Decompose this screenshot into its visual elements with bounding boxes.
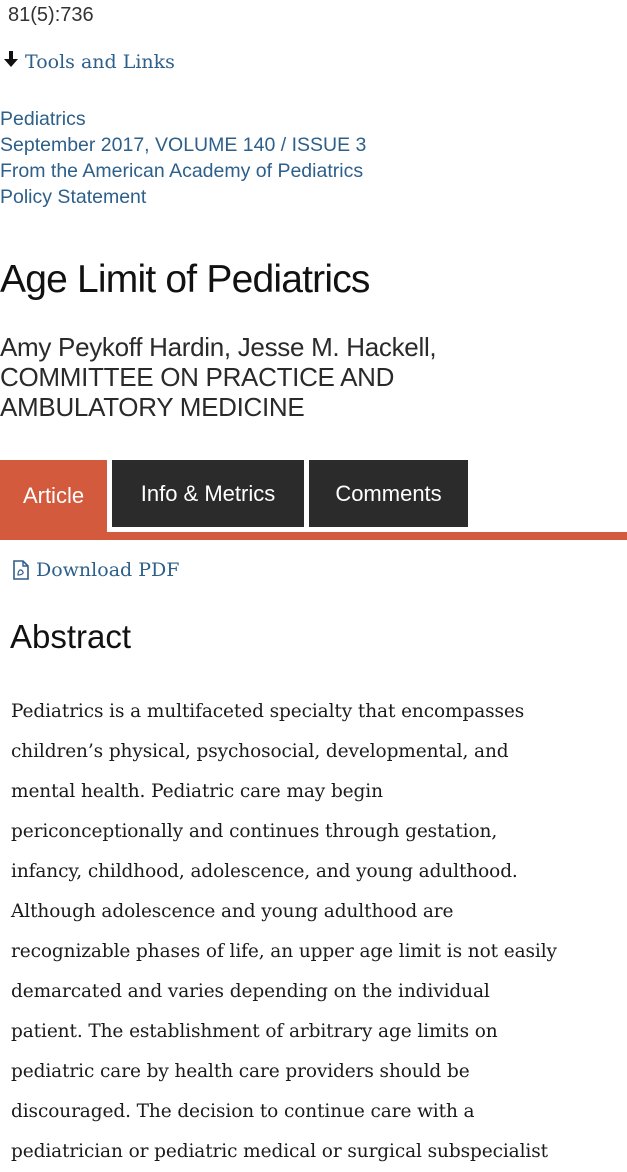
author-list: Amy Peykoff Hardin, Jesse M. Hackell, CO… xyxy=(0,332,437,422)
pdf-document-icon xyxy=(12,560,30,580)
abstract-text: Pediatrics is a multifaceted specialty t… xyxy=(11,692,623,1172)
journal-source-link[interactable]: From the American Academy of Pediatrics xyxy=(0,158,366,184)
journal-name-link[interactable]: Pediatrics xyxy=(0,106,366,132)
abstract-line: Pediatrics is a multifaceted specialty t… xyxy=(11,701,525,722)
abstract-line: pediatrician or pediatric medical or sur… xyxy=(11,1141,548,1162)
abstract-line: recognizable phases of life, an upper ag… xyxy=(11,941,557,962)
tab-info-metrics[interactable]: Info & Metrics xyxy=(112,460,304,527)
tools-and-links-link[interactable]: Tools and Links xyxy=(3,50,175,73)
download-pdf-label: Download PDF xyxy=(36,559,180,581)
tab-article[interactable]: Article xyxy=(0,460,107,532)
tab-comments[interactable]: Comments xyxy=(309,460,468,527)
journal-issue-link[interactable]: September 2017, VOLUME 140 / ISSUE 3 xyxy=(0,132,366,158)
arrow-down-icon xyxy=(3,50,21,73)
author-line: Amy Peykoff Hardin, Jesse M. Hackell, xyxy=(0,332,437,362)
author-line: AMBULATORY MEDICINE xyxy=(0,392,305,422)
abstract-heading: Abstract xyxy=(10,618,132,655)
abstract-line: children’s physical, psychosocial, devel… xyxy=(11,741,509,762)
article-tabs: Article Info & Metrics Comments xyxy=(0,460,627,542)
abstract-line: discouraged. The decision to continue ca… xyxy=(11,1101,475,1122)
article-type-link[interactable]: Policy Statement xyxy=(0,184,366,210)
tab-underline xyxy=(0,532,627,540)
abstract-line: pediatric care by health care providers … xyxy=(11,1061,470,1082)
abstract-line: periconceptionally and continues through… xyxy=(11,821,498,842)
citation-text: 81(5):736 xyxy=(8,4,94,26)
abstract-line: mental health. Pediatric care may begin xyxy=(11,781,383,802)
author-line: COMMITTEE ON PRACTICE AND xyxy=(0,362,395,392)
abstract-line: patient. The establishment of arbitrary … xyxy=(11,1021,498,1042)
abstract-line: Although adolescence and young adulthood… xyxy=(11,901,454,922)
journal-info: Pediatrics September 2017, VOLUME 140 / … xyxy=(0,106,366,210)
download-pdf-link[interactable]: Download PDF xyxy=(12,559,179,581)
abstract-line: infancy, childhood, adolescence, and you… xyxy=(11,861,518,882)
tools-and-links-label: Tools and Links xyxy=(25,50,175,73)
abstract-line: demarcated and varies depending on the i… xyxy=(11,981,490,1002)
article-title: Age Limit of Pediatrics xyxy=(0,258,370,301)
